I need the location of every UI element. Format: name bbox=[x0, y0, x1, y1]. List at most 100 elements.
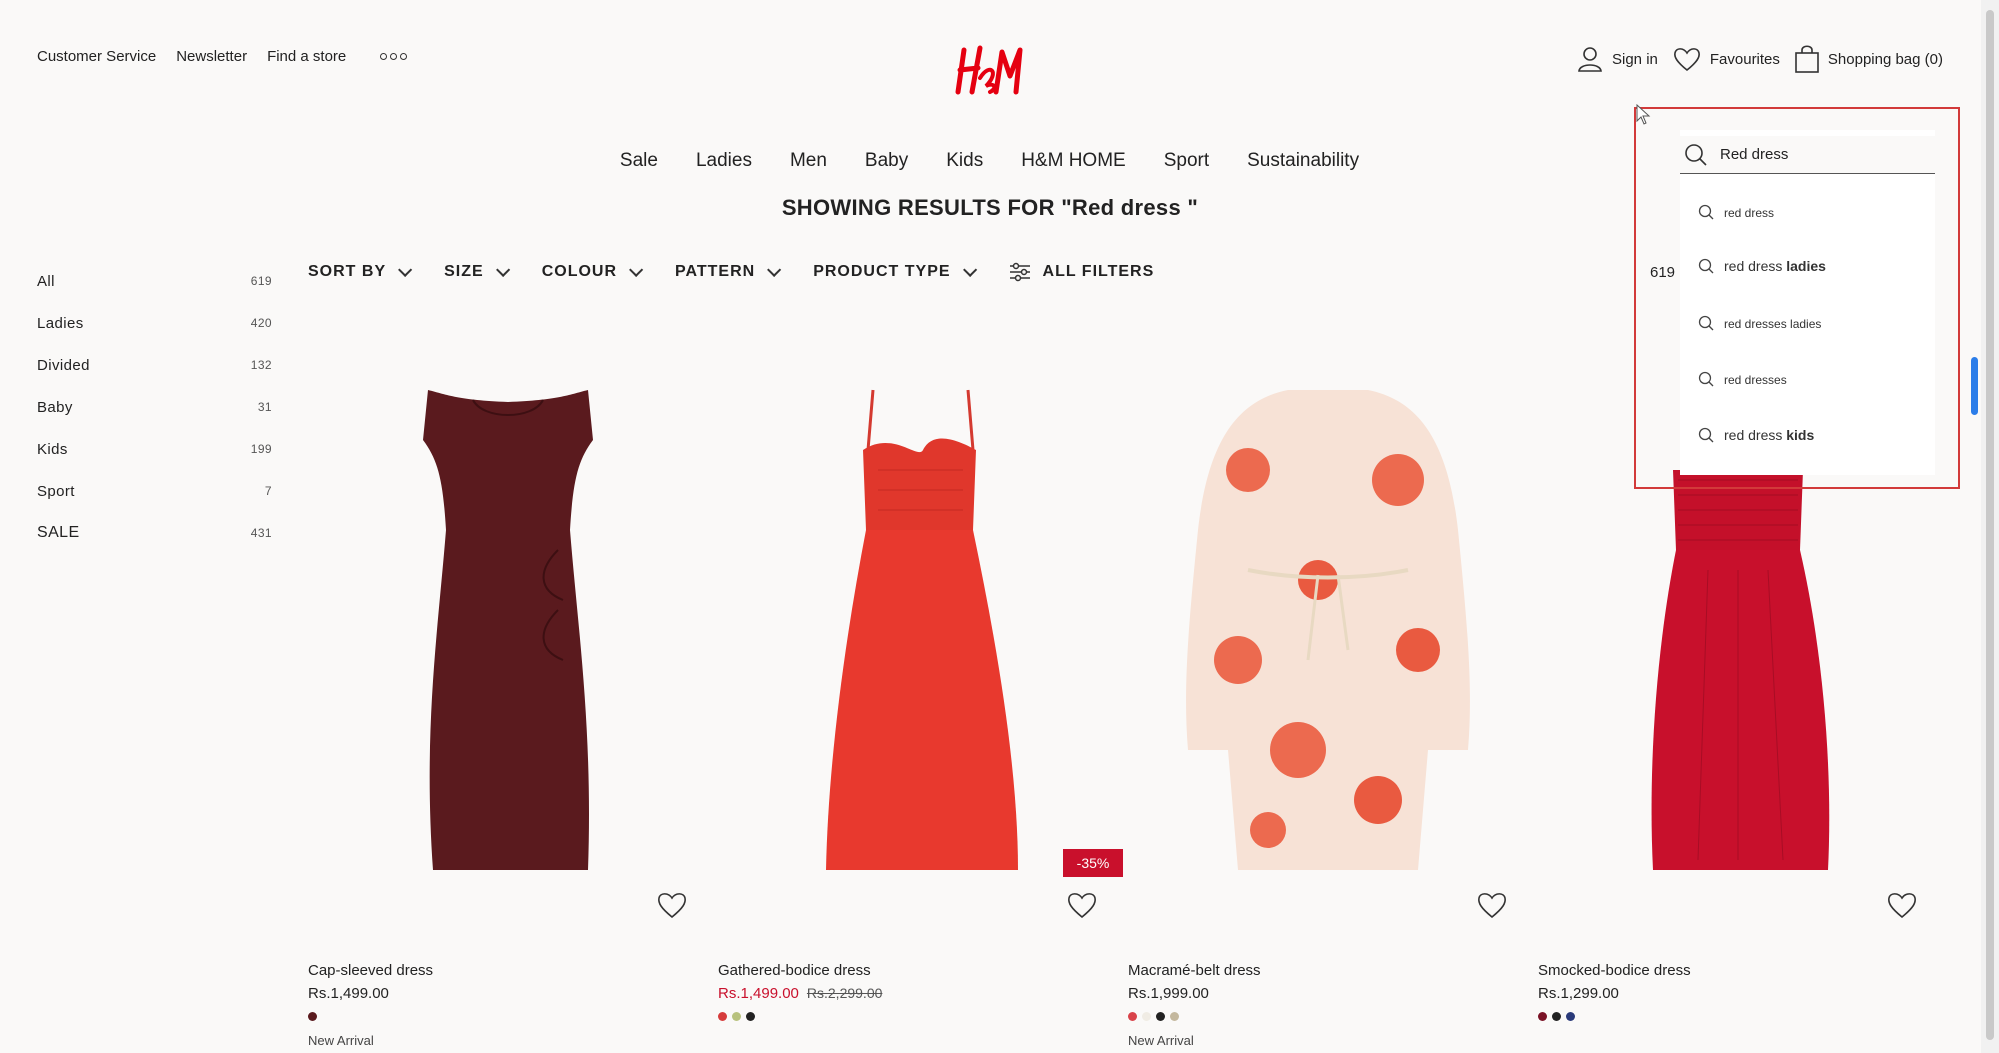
product-name[interactable]: Gathered-bodice dress bbox=[718, 962, 871, 979]
new-arrival-label: New Arrival bbox=[1128, 1033, 1194, 1048]
product-price: Rs.1,499.00 Rs.2,299.00 bbox=[718, 985, 882, 1002]
sale-price: Rs.1,499.00 bbox=[718, 985, 799, 1002]
chevron-down-icon bbox=[398, 262, 413, 277]
newsletter-link[interactable]: Newsletter bbox=[176, 48, 247, 65]
heart-icon[interactable] bbox=[1886, 890, 1918, 920]
filter-sliders-icon bbox=[1009, 262, 1030, 282]
size-dropdown[interactable]: SIZE bbox=[444, 260, 510, 284]
colour-swatch[interactable] bbox=[308, 1012, 317, 1021]
chevron-down-icon bbox=[495, 262, 510, 277]
product-card[interactable]: Cap-sleeved dress Rs.1,499.00 New Arriva… bbox=[308, 330, 708, 1048]
filter-label: PATTERN bbox=[675, 263, 756, 280]
product-name[interactable]: Smocked-bodice dress bbox=[1538, 962, 1691, 979]
product-price: Rs.1,499.00 bbox=[308, 985, 389, 1002]
sidebar-item-count: 199 bbox=[250, 442, 272, 456]
nav-hm-home[interactable]: H&M HOME bbox=[1021, 150, 1126, 172]
colour-swatch[interactable] bbox=[1566, 1012, 1575, 1021]
filter-label: COLOUR bbox=[541, 263, 618, 280]
filter-label: SORT BY bbox=[308, 263, 387, 280]
colour-swatch[interactable] bbox=[1142, 1012, 1151, 1021]
chevron-down-icon bbox=[962, 262, 977, 277]
sidebar-item-count: 132 bbox=[250, 358, 272, 372]
current-price: Rs.1,999.00 bbox=[1128, 985, 1209, 1002]
colour-swatch[interactable] bbox=[1552, 1012, 1561, 1021]
sidebar-item-label: Divided bbox=[37, 356, 90, 374]
sidebar-item-label: All bbox=[37, 272, 55, 290]
sidebar-item-sport[interactable]: Sport 7 bbox=[37, 470, 272, 512]
pattern-dropdown[interactable]: PATTERN bbox=[675, 260, 782, 284]
more-icon[interactable] bbox=[380, 53, 408, 60]
sign-in-button[interactable]: Sign in bbox=[1576, 45, 1658, 73]
product-card[interactable]: Macramé-belt dress Rs.1,999.00 New Arriv… bbox=[1128, 330, 1528, 1048]
shopping-bag-button[interactable]: Shopping bag (0) bbox=[1794, 44, 1943, 74]
sidebar-item-kids[interactable]: Kids 199 bbox=[37, 428, 272, 470]
sidebar-item-baby[interactable]: Baby 31 bbox=[37, 386, 272, 428]
colour-swatches bbox=[718, 1012, 755, 1021]
colour-swatch[interactable] bbox=[732, 1012, 741, 1021]
favourites-button[interactable]: Favourites bbox=[1672, 45, 1780, 73]
product-image[interactable] bbox=[718, 330, 1118, 930]
heart-icon[interactable] bbox=[1476, 890, 1508, 920]
product-price: Rs.1,999.00 bbox=[1128, 985, 1209, 1002]
original-price: Rs.2,299.00 bbox=[806, 985, 883, 1001]
heart-icon[interactable] bbox=[656, 890, 688, 920]
product-price: Rs.1,299.00 bbox=[1538, 985, 1619, 1002]
sidebar-item-label: Baby bbox=[37, 398, 73, 416]
colour-swatch[interactable] bbox=[1538, 1012, 1547, 1021]
current-price: Rs.1,299.00 bbox=[1538, 985, 1619, 1002]
filter-label: PRODUCT TYPE bbox=[813, 263, 951, 280]
user-icon bbox=[1578, 47, 1602, 72]
sidebar-item-all[interactable]: All 619 bbox=[37, 260, 272, 302]
product-type-dropdown[interactable]: PRODUCT TYPE bbox=[813, 260, 977, 284]
product-card[interactable]: Gathered-bodice dress Rs.1,499.00 Rs.2,29… bbox=[718, 330, 1118, 1021]
filter-bar: SORT BY SIZE COLOUR PATTERN PRODUCT TYPE… bbox=[308, 260, 1154, 284]
colour-swatch[interactable] bbox=[718, 1012, 727, 1021]
all-filters-button[interactable]: ALL FILTERS bbox=[1009, 260, 1155, 284]
sidebar-item-label: Kids bbox=[37, 440, 68, 458]
colour-swatches bbox=[1128, 1012, 1179, 1021]
nav-sport[interactable]: Sport bbox=[1164, 150, 1209, 172]
new-arrival-label: New Arrival bbox=[308, 1033, 374, 1048]
sidebar-item-count: 619 bbox=[250, 274, 272, 288]
nav-men[interactable]: Men bbox=[790, 150, 827, 172]
heart-icon[interactable] bbox=[1066, 890, 1098, 920]
sidebar-item-sale[interactable]: SALE 431 bbox=[37, 512, 272, 554]
find-store-link[interactable]: Find a store bbox=[267, 48, 346, 65]
colour-dropdown[interactable]: COLOUR bbox=[541, 260, 644, 284]
colour-swatch[interactable] bbox=[1156, 1012, 1165, 1021]
colour-swatches bbox=[1538, 1012, 1575, 1021]
filter-label: SIZE bbox=[444, 263, 484, 280]
chevron-down-icon bbox=[629, 262, 644, 277]
sidebar-item-label: Sport bbox=[37, 482, 75, 500]
colour-swatch[interactable] bbox=[1128, 1012, 1137, 1021]
nav-ladies[interactable]: Ladies bbox=[696, 150, 752, 172]
nav-kids[interactable]: Kids bbox=[946, 150, 983, 172]
category-sidebar: All 619 Ladies 420 Divided 132 Baby 31 K… bbox=[37, 260, 272, 554]
product-image[interactable] bbox=[308, 330, 708, 930]
shopping-bag-label: Shopping bag (0) bbox=[1827, 50, 1943, 68]
product-name[interactable]: Macramé-belt dress bbox=[1128, 962, 1261, 979]
product-name[interactable]: Cap-sleeved dress bbox=[308, 962, 433, 979]
colour-swatch[interactable] bbox=[1170, 1012, 1179, 1021]
hm-logo[interactable] bbox=[950, 42, 1030, 98]
sort-by-dropdown[interactable]: SORT BY bbox=[308, 260, 413, 284]
customer-service-link[interactable]: Customer Service bbox=[37, 48, 156, 65]
colour-swatches bbox=[308, 1012, 317, 1021]
bag-icon bbox=[1795, 45, 1819, 73]
sidebar-item-count: 431 bbox=[250, 526, 272, 540]
discount-badge: -35% bbox=[1063, 849, 1123, 877]
sign-in-label: Sign in bbox=[1612, 50, 1658, 68]
colour-swatch[interactable] bbox=[746, 1012, 755, 1021]
sidebar-item-label: SALE bbox=[37, 524, 80, 541]
product-image[interactable] bbox=[1128, 330, 1528, 930]
nav-sustainability[interactable]: Sustainability bbox=[1247, 150, 1359, 172]
nav-sale[interactable]: Sale bbox=[620, 150, 658, 172]
account-nav: Sign in Favourites Shopping bag (0) bbox=[1576, 44, 1943, 74]
highlight-box bbox=[1634, 107, 1960, 489]
sidebar-item-ladies[interactable]: Ladies 420 bbox=[37, 302, 272, 344]
sidebar-item-divided[interactable]: Divided 132 bbox=[37, 344, 272, 386]
sidebar-item-count: 31 bbox=[257, 400, 272, 414]
scrollbar-thumb[interactable] bbox=[1986, 10, 1994, 1040]
sidebar-item-count: 7 bbox=[264, 484, 272, 498]
nav-baby[interactable]: Baby bbox=[865, 150, 908, 172]
